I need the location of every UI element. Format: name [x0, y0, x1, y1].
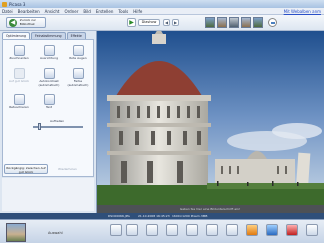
- blog-icon[interactable]: [206, 224, 218, 236]
- auto-contrast-icon: [43, 68, 55, 79]
- menu-ordner[interactable]: Ordner: [64, 9, 78, 14]
- filmstrip-thumbnail[interactable]: [253, 17, 263, 28]
- fill-light-slider-thumb[interactable]: [37, 123, 41, 130]
- title-bar: Picasa 3: [0, 0, 324, 8]
- straighten-label: Ausrichtung: [39, 56, 59, 60]
- menu-tools[interactable]: Tools: [118, 9, 128, 14]
- straighten-icon: [43, 45, 55, 56]
- auto-color-icon: [72, 68, 84, 79]
- back-to-library-button[interactable]: ◀ Zurück zur Bibliothek: [6, 17, 46, 28]
- movie-icon[interactable]: [246, 224, 258, 236]
- zoom-icon[interactable]: [268, 18, 277, 27]
- redo-button[interactable]: Wiederholen: [58, 167, 77, 171]
- filmstrip-thumbnail[interactable]: [217, 17, 227, 28]
- menu-bearbeiten[interactable]: Bearbeiten: [18, 9, 40, 14]
- crop-icon: [13, 45, 25, 56]
- undo-button[interactable]: Rückgängig: zwischen Auf gut Glück: [4, 164, 48, 174]
- crop-label: Zuschneiden: [9, 56, 29, 60]
- retouch-tool[interactable]: Retuschieren: [6, 94, 32, 116]
- straighten-tool[interactable]: Ausrichtung: [36, 45, 62, 67]
- feeling-lucky-tool[interactable]: Auf gut Glück: [6, 68, 32, 90]
- retouch-label: Retuschieren: [9, 105, 29, 109]
- picasa-logo-icon: [2, 1, 7, 7]
- text-label: Text: [45, 105, 53, 109]
- edit-tabs: Optimierung Feinabstimmung Effekte: [2, 32, 87, 39]
- slideshow-button[interactable]: Diashow: [138, 19, 160, 26]
- youtube-icon[interactable]: [286, 224, 298, 236]
- play-icon[interactable]: ▶: [127, 18, 136, 27]
- google-earth-icon[interactable]: [266, 224, 278, 236]
- filmstrip-thumbnail[interactable]: [229, 17, 239, 28]
- geotag-icon[interactable]: [306, 224, 318, 236]
- selection-label: Auswahl: [48, 231, 63, 235]
- red-eye-label: Rote Augen: [69, 56, 87, 60]
- menu-bar: Datei Bearbeiten Ansicht Ordner Bild Ers…: [0, 8, 324, 15]
- text-icon: [43, 94, 55, 105]
- thumbnail-strip: [205, 17, 263, 28]
- auto-contrast-label: Autokontrast (automatisch): [38, 79, 60, 87]
- back-arrow-icon: ◀: [9, 18, 17, 27]
- menu-erstellen[interactable]: Erstellen: [96, 9, 114, 14]
- previous-icon[interactable]: ◀: [163, 19, 170, 26]
- auto-color-tool[interactable]: Farbe (automatisch): [65, 68, 91, 90]
- photo: [97, 31, 324, 205]
- tab-optimierung[interactable]: Optimierung: [2, 32, 30, 39]
- photo-viewer[interactable]: [97, 31, 324, 213]
- upload-icon[interactable]: [110, 224, 122, 236]
- red-eye-tool[interactable]: Rote Augen: [65, 45, 91, 67]
- shop-icon[interactable]: [186, 224, 198, 236]
- auto-contrast-tool[interactable]: Autokontrast (automatisch): [36, 68, 62, 90]
- back-to-library-label: Zurück zur Bibliothek: [19, 17, 36, 26]
- window-title: Picasa 3: [9, 1, 26, 7]
- filmstrip-thumbnail[interactable]: [241, 17, 251, 28]
- bottom-tray: Auswahl: [0, 219, 324, 243]
- menu-datei[interactable]: Datei: [2, 9, 13, 14]
- fill-light-label: Aufhellen: [50, 119, 65, 123]
- export-icon[interactable]: [166, 224, 178, 236]
- toolbar: ◀ Zurück zur Bibliothek ▶ Diashow ◀ ▶: [0, 15, 324, 31]
- filmstrip-thumbnail[interactable]: [205, 17, 215, 28]
- tab-effekte[interactable]: Effekte: [66, 32, 86, 39]
- crop-tool[interactable]: Zuschneiden: [6, 45, 32, 67]
- red-eye-icon: [72, 45, 84, 56]
- webalben-login-link[interactable]: Mit Webalben anm: [284, 9, 321, 14]
- menu-bild[interactable]: Bild: [83, 9, 91, 14]
- panel-spacer: [2, 178, 94, 211]
- tab-feinabstimmung[interactable]: Feinabstimmung: [31, 32, 66, 39]
- tool-grid: Zuschneiden Ausrichtung Rote Augen Auf g…: [2, 39, 94, 177]
- caption-input[interactable]: Geben Sie hier eine Bildunterschrift ein…: [150, 207, 270, 212]
- next-icon[interactable]: ▶: [172, 19, 179, 26]
- fill-light-slider[interactable]: [33, 126, 83, 128]
- retouch-icon: [13, 94, 25, 105]
- email-icon[interactable]: [126, 224, 138, 236]
- collage-icon[interactable]: [226, 224, 238, 236]
- text-tool[interactable]: Text: [36, 94, 62, 116]
- menu-hilfe[interactable]: Hilfe: [133, 9, 142, 14]
- feeling-lucky-icon: [13, 68, 25, 79]
- menu-ansicht[interactable]: Ansicht: [45, 9, 60, 14]
- selection-thumbnail[interactable]: [6, 223, 26, 242]
- print-icon[interactable]: [146, 224, 158, 236]
- auto-color-label: Farbe (automatisch): [67, 79, 89, 87]
- edit-panel: Optimierung Feinabstimmung Effekte Zusch…: [0, 31, 97, 213]
- feeling-lucky-label: Auf gut Glück: [8, 79, 30, 83]
